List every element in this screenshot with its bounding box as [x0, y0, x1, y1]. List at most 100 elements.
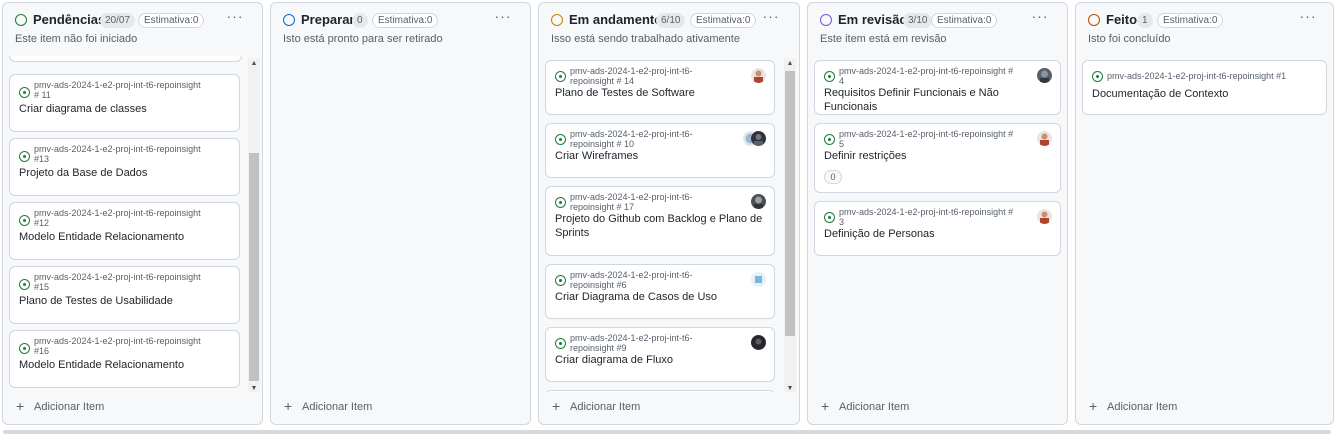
card-title[interactable]: Modelo Entidade Relacionamento: [19, 230, 229, 244]
estimate-badge: Estimativa:0: [138, 13, 205, 28]
column-description: Este item não foi iniciado: [15, 33, 138, 45]
card-title[interactable]: Criar Diagrama de Casos de Uso: [555, 290, 764, 304]
card-title[interactable]: Requisitos Definir Funcionais e Não Func…: [824, 86, 1050, 114]
card[interactable]: pmv-ads-2024-1-e2-proj-int-t6-repoinsigh…: [545, 186, 775, 256]
card-title[interactable]: Plano de Testes de Software: [555, 86, 764, 100]
card[interactable]: pmv-ads-2024-1-e2-proj-int-t6-repoinsigh…: [9, 74, 240, 132]
add-item-button[interactable]: + Adicionar Item: [271, 392, 530, 424]
column-title: Pendências: [33, 12, 106, 27]
card-repo[interactable]: pmv-ads-2024-1-e2-proj-int-t6-repoinsigh…: [34, 208, 205, 228]
item-count-badge: 6/10: [656, 13, 686, 28]
add-item-button[interactable]: + Adicionar Item: [1076, 392, 1333, 424]
more-options-icon[interactable]: ···: [1029, 9, 1051, 27]
avatar[interactable]: [1037, 131, 1052, 146]
item-count-badge: 0: [352, 13, 368, 28]
add-item-button[interactable]: + Adicionar Item: [808, 392, 1067, 424]
avatar[interactable]: [751, 335, 766, 350]
card[interactable]: pmv-ads-2024-1-e2-proj-int-t6-repoinsigh…: [9, 330, 240, 388]
avatar[interactable]: [751, 272, 766, 287]
card-repo[interactable]: pmv-ads-2024-1-e2-proj-int-t6-repoinsigh…: [34, 80, 205, 100]
card-repo[interactable]: pmv-ads-2024-1-e2-proj-int-t6-repoinsigh…: [570, 192, 734, 212]
avatar[interactable]: [1037, 209, 1052, 224]
avatar[interactable]: [1037, 68, 1052, 83]
card-repo[interactable]: pmv-ads-2024-1-e2-proj-int-t6-repoinsigh…: [570, 66, 734, 86]
column-title: Feito: [1106, 12, 1138, 27]
scroll-up-icon[interactable]: ▲: [248, 58, 260, 70]
card-repo[interactable]: pmv-ads-2024-1-e2-proj-int-t6-repoinsigh…: [1107, 71, 1316, 81]
status-circle-icon: [551, 14, 563, 26]
card-title[interactable]: Projeto do Github com Backlog e Plano de…: [555, 212, 764, 240]
column-description: Isto foi concluído: [1088, 33, 1171, 45]
card-title[interactable]: Criar Wireframes: [555, 149, 764, 163]
card[interactable]: pmv-ads-2024-1-e2-proj-int-t6-repoinsigh…: [814, 60, 1061, 115]
column-header: Em andamento 6/10 Estimativa:0 ··· Isso …: [539, 3, 799, 53]
card[interactable]: pmv-ads-2024-1-e2-proj-int-t6-repoinsigh…: [814, 123, 1061, 193]
card-repo[interactable]: pmv-ads-2024-1-e2-proj-int-t6-repoinsigh…: [839, 66, 1020, 86]
issue-open-icon: [555, 71, 566, 82]
status-circle-icon: [820, 14, 832, 26]
card-title[interactable]: Documentação de Contexto: [1092, 87, 1316, 101]
vertical-scrollbar[interactable]: ▲ ▼: [784, 58, 796, 392]
scroll-down-icon[interactable]: ▼: [248, 383, 260, 392]
card-repo[interactable]: pmv-ads-2024-1-e2-proj-int-t6-repoinsigh…: [34, 272, 205, 292]
more-options-icon[interactable]: ···: [760, 9, 782, 27]
column-description: Este item está em revisão: [820, 33, 947, 45]
plus-icon: +: [284, 398, 293, 414]
card-partial[interactable]: [9, 56, 242, 62]
card[interactable]: pmv-ads-2024-1-e2-proj-int-t6-repoinsigh…: [1082, 60, 1327, 115]
horizontal-scrollbar[interactable]: [3, 430, 1331, 434]
cards-list: pmv-ads-2024-1-e2-proj-int-t6-repoinsigh…: [3, 56, 262, 392]
card-repo[interactable]: pmv-ads-2024-1-e2-proj-int-t6-repoinsigh…: [34, 144, 205, 164]
issue-open-icon: [555, 338, 566, 349]
card-repo[interactable]: pmv-ads-2024-1-e2-proj-int-t6-repoinsigh…: [839, 129, 1020, 149]
issue-open-icon: [555, 134, 566, 145]
estimate-badge: Estimativa:0: [372, 13, 439, 28]
card-title[interactable]: Criar diagrama de classes: [19, 102, 229, 116]
column-title: Em andamento: [569, 12, 663, 27]
issue-open-icon: [19, 343, 30, 354]
more-options-icon[interactable]: ···: [1297, 9, 1319, 27]
more-options-icon[interactable]: ···: [492, 9, 514, 27]
comment-count-badge: 0: [824, 170, 842, 184]
card-title[interactable]: Plano de Testes de Usabilidade: [19, 294, 229, 308]
card-title[interactable]: Modelo Entidade Relacionamento: [19, 358, 229, 372]
card[interactable]: pmv-ads-2024-1-e2-proj-int-t6-repoinsigh…: [545, 264, 775, 319]
column-pendencias: Pendências 20/07 Estimativa:0 ··· Este i…: [2, 2, 263, 425]
card[interactable]: pmv-ads-2024-1-e2-proj-int-t6-repoinsigh…: [545, 60, 775, 115]
vertical-scrollbar[interactable]: ▲ ▼: [248, 58, 260, 392]
avatar[interactable]: [751, 68, 766, 83]
card-title[interactable]: Projeto da Base de Dados: [19, 166, 229, 180]
column-preparar: Preparar 0 Estimativa:0 ··· Isto está pr…: [270, 2, 531, 425]
scroll-thumb[interactable]: [249, 153, 259, 381]
card-title[interactable]: Definição de Personas: [824, 227, 1050, 241]
avatar[interactable]: [751, 131, 766, 146]
card-repo[interactable]: pmv-ads-2024-1-e2-proj-int-t6-repoinsigh…: [570, 270, 734, 290]
issue-open-icon: [555, 275, 566, 286]
card-repo[interactable]: pmv-ads-2024-1-e2-proj-int-t6-repoinsigh…: [839, 207, 1020, 227]
card[interactable]: pmv-ads-2024-1-e2-proj-int-t6-repoinsigh…: [545, 327, 775, 382]
column-description: Isto está pronto para ser retirado: [283, 33, 443, 45]
add-item-button[interactable]: + Adicionar Item: [539, 392, 799, 424]
card-repo[interactable]: pmv-ads-2024-1-e2-proj-int-t6-repoinsigh…: [34, 336, 205, 356]
scroll-thumb[interactable]: [785, 71, 795, 336]
add-item-label: Adicionar Item: [34, 401, 105, 413]
column-em-andamento: Em andamento 6/10 Estimativa:0 ··· Isso …: [538, 2, 800, 425]
column-header: Pendências 20/07 Estimativa:0 ··· Este i…: [3, 3, 262, 53]
scroll-down-icon[interactable]: ▼: [784, 383, 796, 392]
more-options-icon[interactable]: ···: [224, 9, 246, 27]
card-title[interactable]: Criar diagrama de Fluxo: [555, 353, 764, 367]
card[interactable]: pmv-ads-2024-1-e2-proj-int-t6-repoinsigh…: [9, 266, 240, 324]
card[interactable]: pmv-ads-2024-1-e2-proj-int-t6-repoinsigh…: [545, 123, 775, 178]
card[interactable]: pmv-ads-2024-1-e2-proj-int-t6-repoinsigh…: [814, 201, 1061, 256]
card-repo[interactable]: pmv-ads-2024-1-e2-proj-int-t6-repoinsigh…: [570, 333, 734, 353]
card[interactable]: pmv-ads-2024-1-e2-proj-int-t6-repoinsigh…: [9, 202, 240, 260]
card-repo[interactable]: pmv-ads-2024-1-e2-proj-int-t6-repoinsigh…: [570, 129, 734, 149]
column-feito: Feito 1 Estimativa:0 ··· Isto foi conclu…: [1075, 2, 1334, 425]
column-title: Preparar: [301, 12, 355, 27]
estimate-badge: Estimativa:0: [690, 13, 757, 28]
scroll-up-icon[interactable]: ▲: [784, 58, 796, 70]
card[interactable]: pmv-ads-2024-1-e2-proj-int-t6-repoinsigh…: [9, 138, 240, 196]
avatar[interactable]: [751, 194, 766, 209]
card-title[interactable]: Definir restrições: [824, 149, 1050, 163]
add-item-button[interactable]: + Adicionar Item: [3, 392, 262, 424]
